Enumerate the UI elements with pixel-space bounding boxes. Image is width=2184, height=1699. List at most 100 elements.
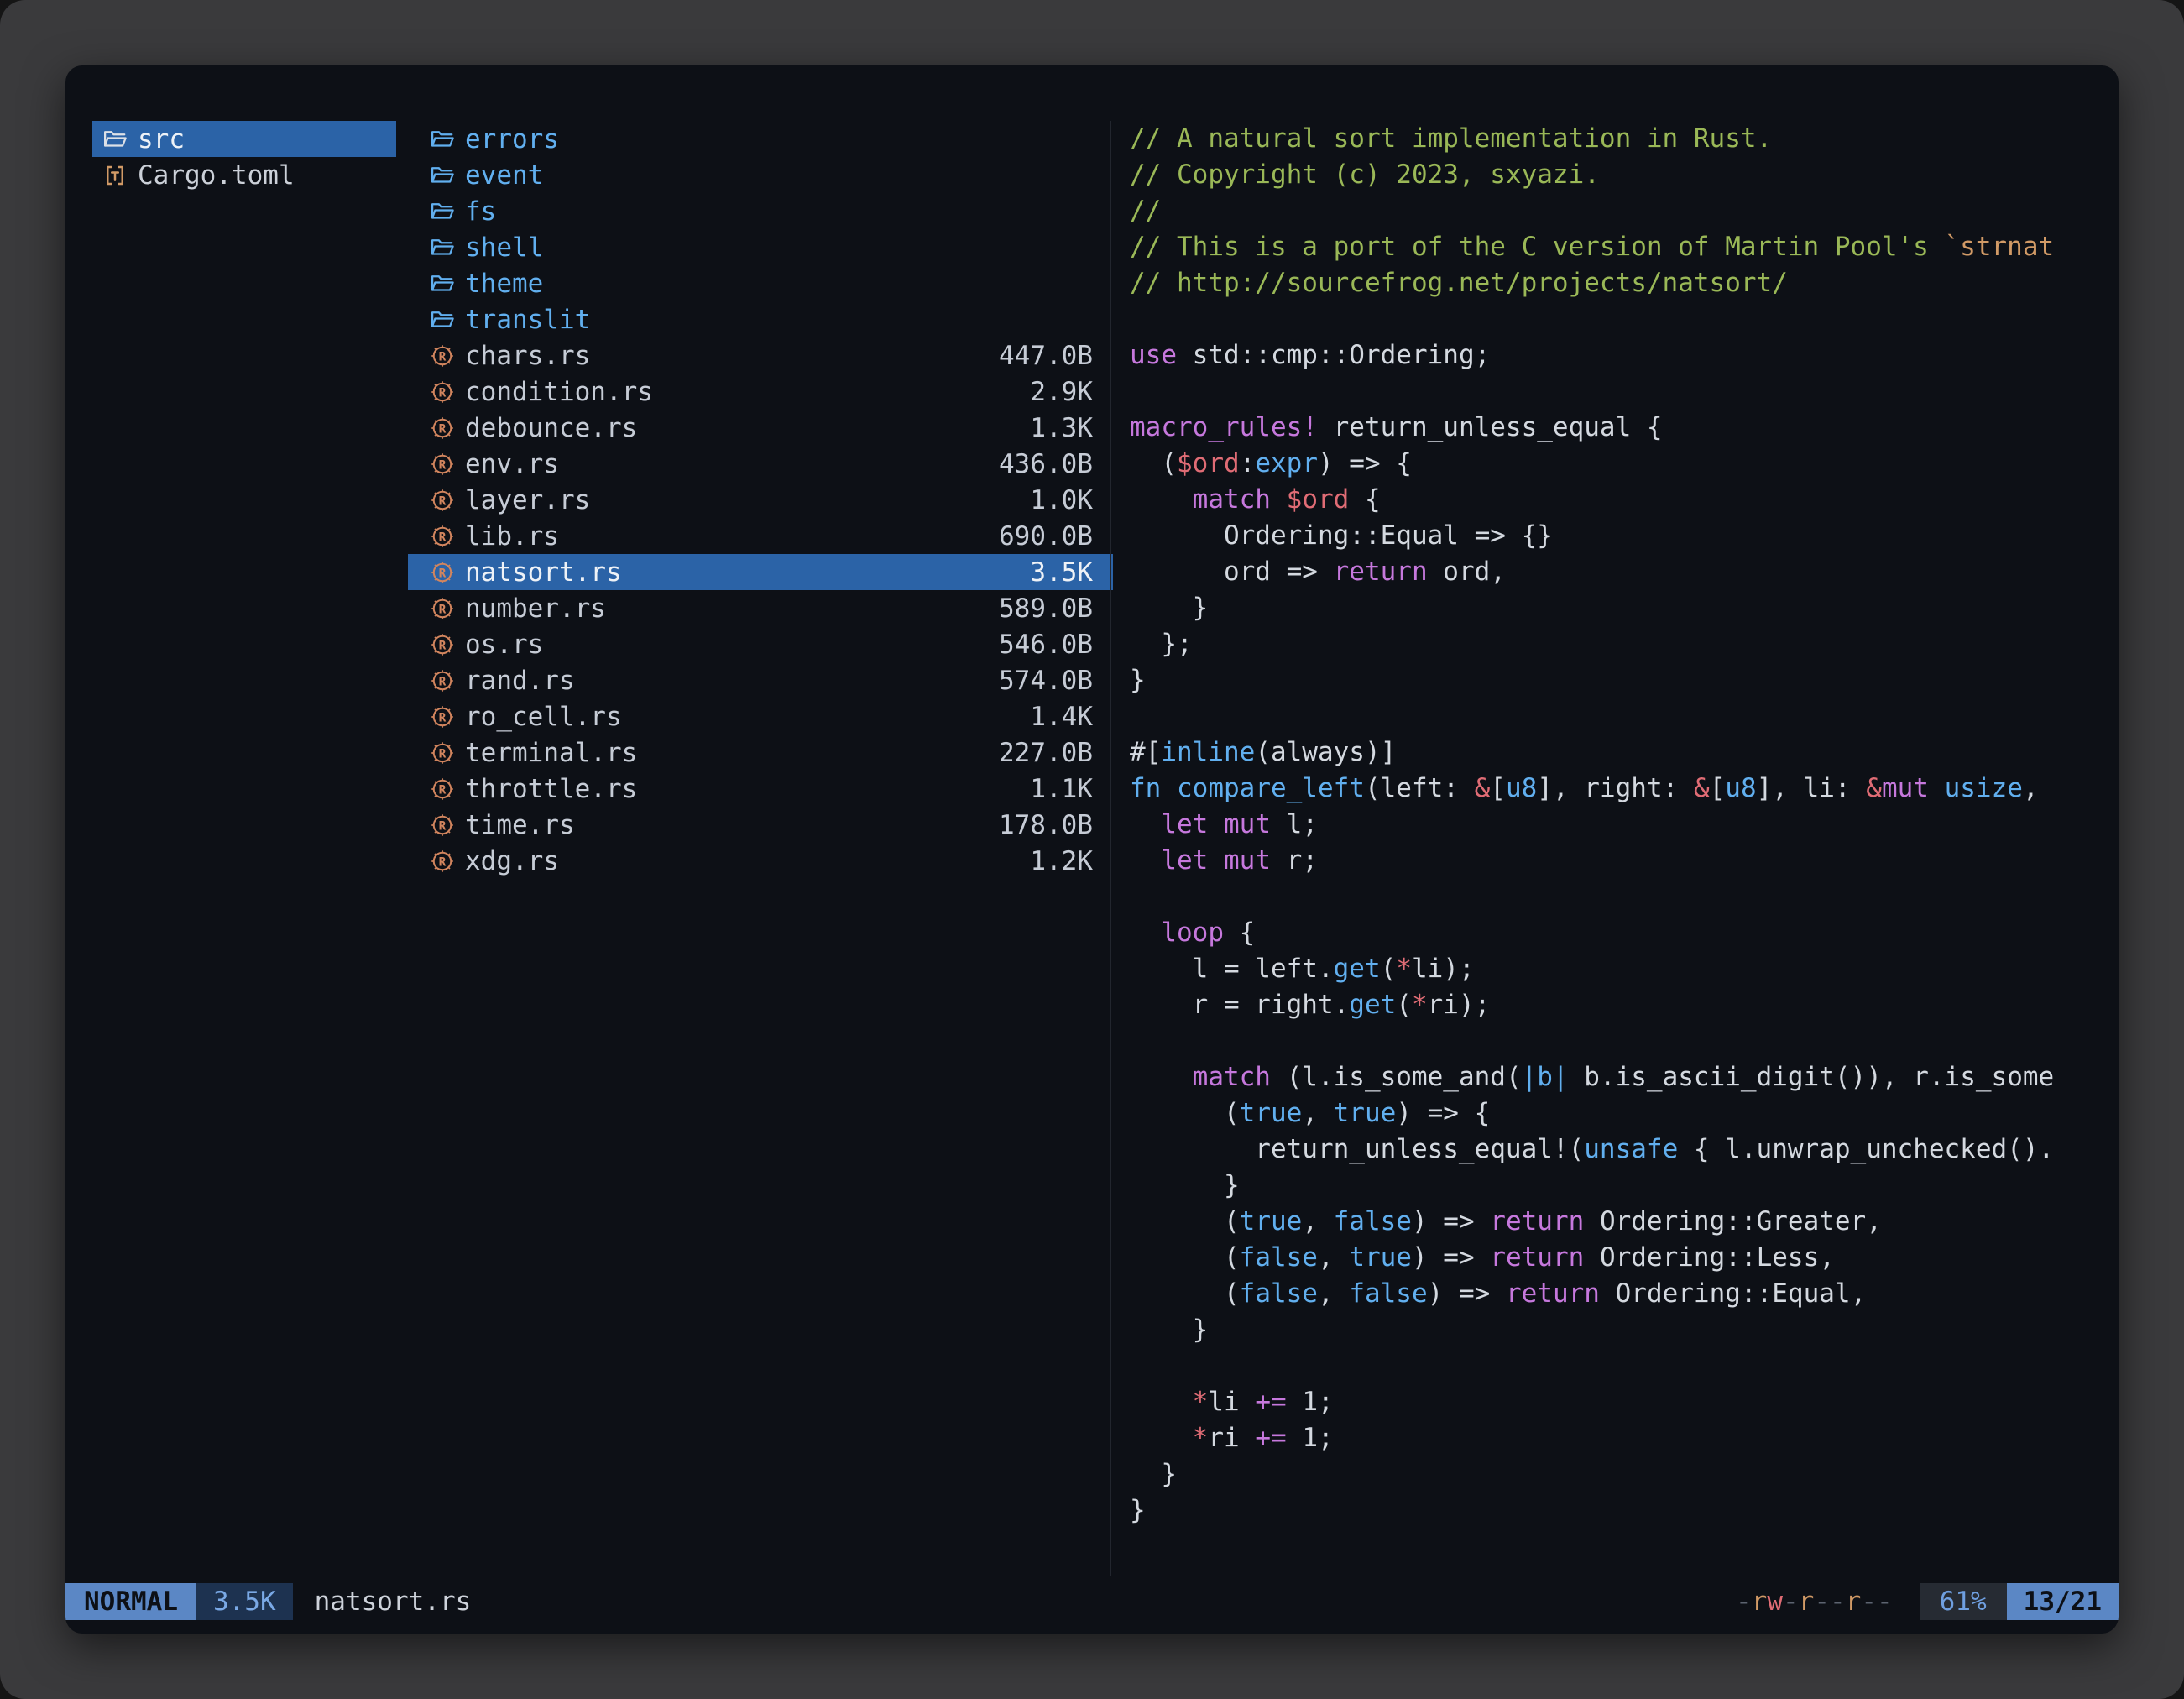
preview-pane: // A natural sort implementation in Rust…: [1130, 121, 2107, 1533]
code-token: }: [1130, 593, 1208, 623]
code-token: Ordering::Less,: [1584, 1242, 1835, 1273]
code-token: [1130, 484, 1193, 515]
code-token: [1130, 1423, 1193, 1453]
code-token: Ordering::Equal => {}: [1130, 520, 1553, 551]
code-token: (always)]: [1255, 737, 1396, 767]
item-label: terminal.rs: [465, 738, 637, 768]
file-row[interactable]: Rterminal.rs227.0B: [408, 734, 1113, 771]
code-line: #[inline(always)]: [1130, 734, 2107, 771]
code-line: r = right.get(*ri);: [1130, 987, 2107, 1023]
permission-char: --: [1814, 1587, 1845, 1617]
rust-icon: R: [428, 630, 457, 660]
item-size: 178.0B: [999, 810, 1093, 840]
item-size: 574.0B: [999, 666, 1093, 696]
code-token: ) =>: [1412, 1206, 1490, 1236]
folder-icon: [428, 124, 457, 154]
code-token: }: [1130, 1315, 1208, 1345]
file-row[interactable]: Ros.rs546.0B: [408, 626, 1113, 662]
item-label: chars.rs: [465, 341, 590, 371]
code-line: l = left.get(*li);: [1130, 951, 2107, 987]
code-token: (: [1130, 1206, 1240, 1236]
code-token: get: [1349, 990, 1396, 1020]
dir-row[interactable]: fs: [408, 193, 1113, 229]
dir-row[interactable]: event: [408, 157, 1113, 193]
code-line: (false, false) => return Ordering::Equal…: [1130, 1276, 2107, 1312]
file-row[interactable]: Rdebounce.rs1.3K: [408, 410, 1113, 446]
code-token: true: [1240, 1206, 1303, 1236]
item-label: lib.rs: [465, 521, 559, 552]
code-line: loop {: [1130, 915, 2107, 951]
code-token: }: [1130, 665, 1146, 695]
rust-icon: R: [428, 449, 457, 479]
toml-icon: [101, 160, 129, 191]
code-token: false: [1349, 1278, 1427, 1309]
code-token: Ordering::Greater,: [1584, 1206, 1882, 1236]
file-row[interactable]: Rro_cell.rs1.4K: [408, 698, 1113, 734]
code-token: *: [1193, 1387, 1209, 1417]
file-row[interactable]: Rthrottle.rs1.1K: [408, 771, 1113, 807]
file-size-badge: 3.5K: [196, 1583, 293, 1620]
code-token: mut: [1224, 845, 1271, 876]
file-row[interactable]: Rnumber.rs589.0B: [408, 590, 1113, 626]
dir-row[interactable]: translit: [408, 301, 1113, 337]
dir-row[interactable]: src: [92, 121, 396, 157]
item-size: 1.2K: [1030, 846, 1093, 876]
svg-text:R: R: [439, 675, 447, 688]
code-line: }: [1130, 1168, 2107, 1204]
code-line: // Copyright (c) 2023, sxyazi.: [1130, 157, 2107, 193]
item-size: 2.9K: [1030, 377, 1093, 407]
code-token: [1161, 773, 1177, 803]
file-row[interactable]: Renv.rs436.0B: [408, 446, 1113, 482]
code-token: true: [1240, 1098, 1303, 1128]
folder-icon: [428, 233, 457, 263]
file-row[interactable]: Cargo.toml: [92, 157, 396, 193]
dir-row[interactable]: errors: [408, 121, 1113, 157]
code-token: return: [1334, 557, 1428, 587]
code-token: // http://sourcefrog.net/projects/natsor…: [1130, 268, 1788, 298]
code-token: let: [1161, 845, 1208, 876]
code-token: return_unless_equal {: [1318, 412, 1663, 442]
rust-icon: R: [428, 521, 457, 552]
item-label: Cargo.toml: [138, 160, 295, 191]
item-label: xdg.rs: [465, 846, 559, 876]
code-token: // This is a port of the C version of Ma…: [1130, 232, 1945, 262]
code-token: [1130, 1387, 1193, 1417]
code-token: li: [1208, 1387, 1255, 1417]
code-token: &: [1866, 773, 1882, 803]
code-token: match: [1193, 484, 1271, 515]
file-row[interactable]: Rlib.rs690.0B: [408, 518, 1113, 554]
mode-indicator: NORMAL: [65, 1583, 196, 1620]
code-token: :: [1240, 448, 1256, 478]
code-line: (true, false) => return Ordering::Greate…: [1130, 1204, 2107, 1240]
file-row[interactable]: Rtime.rs178.0B: [408, 807, 1113, 843]
code-token: ,: [2023, 773, 2039, 803]
svg-text:R: R: [439, 855, 447, 869]
dir-row[interactable]: shell: [408, 229, 1113, 265]
rust-icon: R: [428, 413, 457, 443]
item-size: 447.0B: [999, 341, 1093, 371]
code-token: // A natural sort implementation in Rust…: [1130, 123, 1772, 154]
rust-icon: R: [428, 810, 457, 840]
code-token: ) =>: [1428, 1278, 1506, 1309]
item-label: condition.rs: [465, 377, 653, 407]
code-token: (: [1130, 1098, 1240, 1128]
code-line: let mut r;: [1130, 843, 2107, 879]
code-token: ], right:: [1537, 773, 1694, 803]
code-token: *: [1396, 954, 1412, 984]
dir-row[interactable]: theme: [408, 265, 1113, 301]
file-row[interactable]: Rlayer.rs1.0K: [408, 482, 1113, 518]
file-row[interactable]: Rnatsort.rs3.5K: [408, 554, 1113, 590]
code-token: (: [1130, 1278, 1240, 1309]
code-line: (false, true) => return Ordering::Less,: [1130, 1240, 2107, 1276]
code-line: use std::cmp::Ordering;: [1130, 337, 2107, 374]
rust-icon: R: [428, 377, 457, 407]
file-manager-window: srcCargo.toml errorseventfsshellthemetra…: [65, 65, 2119, 1634]
file-row[interactable]: Rxdg.rs 1.2K: [408, 843, 1113, 879]
file-row[interactable]: Rcondition.rs 2.9K: [408, 374, 1113, 410]
svg-text:R: R: [439, 350, 447, 363]
file-row[interactable]: Rrand.rs574.0B: [408, 662, 1113, 698]
file-row[interactable]: Rchars.rs 447.0B: [408, 337, 1113, 374]
code-token: ,: [1318, 1242, 1349, 1273]
code-token: loop: [1161, 917, 1224, 948]
code-line: [1130, 1348, 2107, 1384]
